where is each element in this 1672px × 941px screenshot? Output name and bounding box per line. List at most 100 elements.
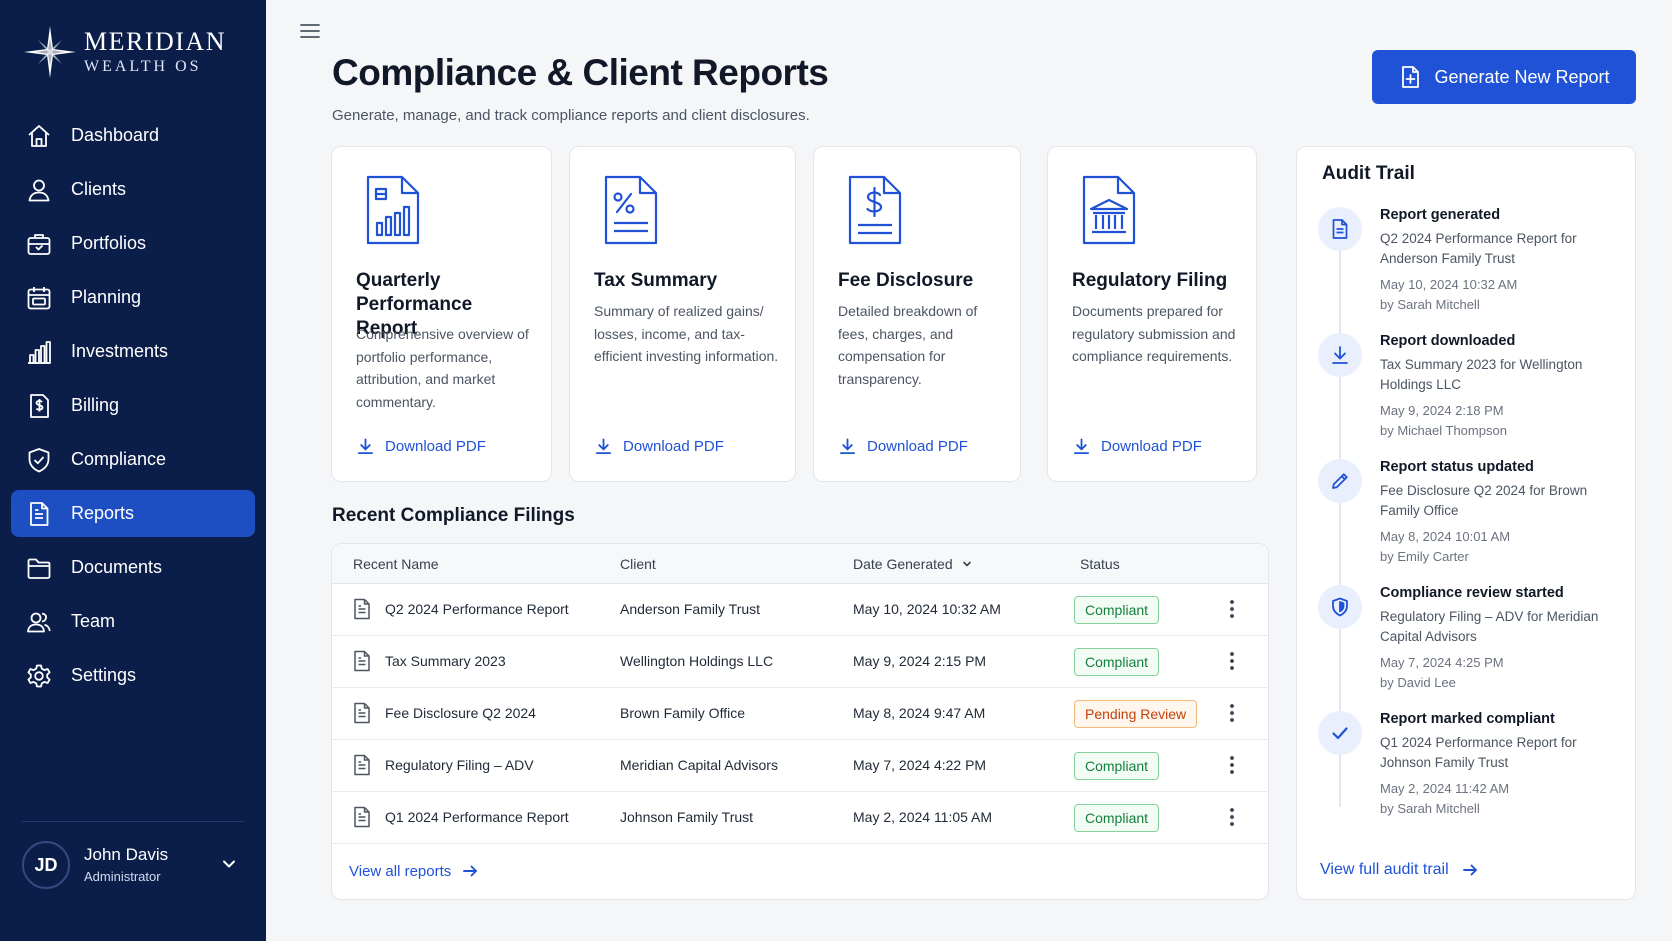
date-generated: May 2, 2024 11:05 AM — [853, 809, 993, 825]
generate-new-report-button[interactable]: Generate New Report — [1372, 50, 1636, 104]
sidebar-item-planning[interactable]: Planning — [11, 274, 255, 321]
pencil-icon — [1332, 473, 1348, 489]
arrow-right-icon — [1462, 864, 1477, 876]
download-pdf-label: Download PDF — [1101, 438, 1202, 455]
audit-event[interactable]: Report downloaded Tax Summary 2023 for W… — [1297, 333, 1635, 463]
shield-check-icon — [28, 447, 50, 472]
column-header-name[interactable]: Recent Name — [353, 556, 439, 572]
download-pdf-link[interactable]: Download PDF — [594, 437, 724, 456]
audit-event[interactable]: Report generated Q2 2024 Performance Rep… — [1297, 207, 1635, 337]
sidebar-item-investments[interactable]: Investments — [11, 328, 255, 375]
download-pdf-link[interactable]: Download PDF — [1072, 437, 1202, 456]
card-description: Summary of realized gains/ losses, incom… — [594, 303, 779, 364]
column-header-status[interactable]: Status — [1080, 556, 1120, 572]
report-name[interactable]: Q2 2024 Performance Report — [385, 601, 569, 617]
report-name[interactable]: Regulatory Filing – ADV — [385, 757, 534, 773]
hamburger-menu-icon[interactable] — [299, 20, 321, 42]
file-icon — [354, 806, 370, 828]
report-card-tax-summary[interactable]: Tax Summary Summary of realized gains/ l… — [569, 146, 796, 482]
home-icon — [28, 124, 50, 147]
table-row[interactable]: Q1 2024 Performance Report Johnson Famil… — [332, 792, 1268, 844]
status-badge: Pending Review — [1074, 700, 1198, 728]
chevron-down-icon[interactable] — [220, 855, 238, 873]
section-title-recent-filings: Recent Compliance Filings — [332, 505, 575, 526]
dollar-document-icon — [848, 175, 902, 245]
user-icon — [28, 179, 50, 201]
report-chart-icon — [366, 175, 420, 245]
avatar[interactable]: JD — [22, 841, 70, 889]
arrow-right-icon — [463, 865, 478, 877]
sidebar-item-reports[interactable]: Reports — [11, 490, 255, 537]
download-pdf-link[interactable]: Download PDF — [838, 437, 968, 456]
bar-chart-icon — [28, 340, 51, 364]
event-timestamp: May 8, 2024 10:01 AM — [1380, 529, 1511, 544]
sidebar-item-label: Planning — [71, 287, 142, 307]
download-pdf-link[interactable]: Download PDF — [356, 437, 486, 456]
more-options-icon[interactable] — [1223, 702, 1241, 724]
card-title: Fee Disclosure — [838, 270, 974, 291]
sidebar-item-documents[interactable]: Documents — [11, 544, 255, 591]
sidebar-item-label: Compliance — [71, 449, 167, 469]
chevron-down-icon — [962, 561, 971, 567]
file-icon — [354, 702, 370, 724]
sidebar-item-settings[interactable]: Settings — [11, 652, 255, 699]
event-timestamp: May 7, 2024 4:25 PM — [1380, 655, 1504, 670]
brand-logo[interactable]: MERIDIAN WEALTH OS — [22, 24, 226, 80]
gear-icon — [27, 664, 51, 687]
status-badge: Compliant — [1074, 804, 1160, 832]
sidebar-item-dashboard[interactable]: Dashboard — [11, 112, 255, 159]
event-description: Tax Summary 2023 for Wellington Holdings… — [1380, 357, 1583, 392]
sidebar-item-clients[interactable]: Clients — [11, 166, 255, 213]
view-full-audit-trail-link[interactable]: View full audit trail — [1320, 861, 1479, 879]
more-options-icon[interactable] — [1223, 650, 1241, 672]
table-row[interactable]: Tax Summary 2023 Wellington Holdings LLC… — [332, 636, 1268, 688]
sidebar-item-compliance[interactable]: Compliance — [11, 436, 255, 483]
event-title: Report generated — [1380, 207, 1501, 223]
download-pdf-label: Download PDF — [385, 438, 486, 455]
more-options-icon[interactable] — [1223, 598, 1241, 620]
sidebar-item-label: Team — [71, 611, 116, 631]
sidebar-item-billing[interactable]: Billing — [11, 382, 255, 429]
download-pdf-label: Download PDF — [867, 438, 968, 455]
briefcase-icon — [27, 233, 51, 255]
date-generated: May 8, 2024 9:47 AM — [853, 705, 986, 721]
audit-trail-title: Audit Trail — [1322, 163, 1415, 184]
sidebar-item-team[interactable]: Team — [11, 598, 255, 645]
report-card-regulatory-filing[interactable]: Regulatory Filing Documents prepared for… — [1047, 146, 1257, 482]
view-all-reports-label: View all reports — [349, 862, 452, 880]
audit-event[interactable]: Report status updated Fee Disclosure Q2 … — [1297, 459, 1635, 589]
event-author: by Sarah Mitchell — [1380, 801, 1480, 816]
table-row[interactable]: Fee Disclosure Q2 2024 Brown Family Offi… — [332, 688, 1268, 740]
table-row[interactable]: Q2 2024 Performance Report Anderson Fami… — [332, 584, 1268, 636]
card-description: Comprehensive overview of portfolio perf… — [356, 326, 529, 410]
column-header-client[interactable]: Client — [620, 556, 656, 572]
view-all-reports-link[interactable]: View all reports — [349, 862, 479, 880]
date-generated: May 9, 2024 2:15 PM — [853, 653, 987, 669]
client-name: Wellington Holdings LLC — [620, 653, 774, 669]
event-author: by Michael Thompson — [1380, 423, 1507, 438]
download-icon — [1073, 438, 1090, 455]
more-options-icon[interactable] — [1223, 754, 1241, 776]
user-menu[interactable]: JD John Davis Administrator — [0, 821, 266, 941]
event-description: Regulatory Filing – ADV for Meridian Cap… — [1380, 609, 1599, 644]
event-timestamp: May 2, 2024 11:42 AM — [1380, 781, 1510, 796]
page-subtitle: Generate, manage, and track compliance r… — [332, 107, 810, 124]
report-name[interactable]: Tax Summary 2023 — [385, 653, 506, 669]
client-name: Anderson Family Trust — [620, 601, 761, 617]
report-name[interactable]: Q1 2024 Performance Report — [385, 809, 569, 825]
event-title: Compliance review started — [1380, 585, 1564, 601]
audit-event[interactable]: Compliance review started Regulatory Fil… — [1297, 585, 1635, 715]
event-icon-circle — [1318, 459, 1362, 503]
sidebar-item-portfolios[interactable]: Portfolios — [11, 220, 255, 267]
report-card-quarterly[interactable]: Quarterly Performance Report Comprehensi… — [331, 146, 552, 482]
column-header-date[interactable]: Date Generated — [853, 556, 973, 572]
report-name[interactable]: Fee Disclosure Q2 2024 — [385, 705, 536, 721]
table-row[interactable]: Regulatory Filing – ADV Meridian Capital… — [332, 740, 1268, 792]
status-badge: Compliant — [1074, 596, 1160, 624]
more-options-icon[interactable] — [1223, 806, 1241, 828]
card-description: Detailed breakdown of fees, charges, and… — [838, 303, 978, 387]
event-author: by David Lee — [1380, 675, 1456, 690]
report-card-fee-disclosure[interactable]: Fee Disclosure Detailed breakdown of fee… — [813, 146, 1021, 482]
audit-event[interactable]: Report marked compliant Q1 2024 Performa… — [1297, 711, 1635, 841]
brand-name: MERIDIAN — [84, 27, 226, 56]
